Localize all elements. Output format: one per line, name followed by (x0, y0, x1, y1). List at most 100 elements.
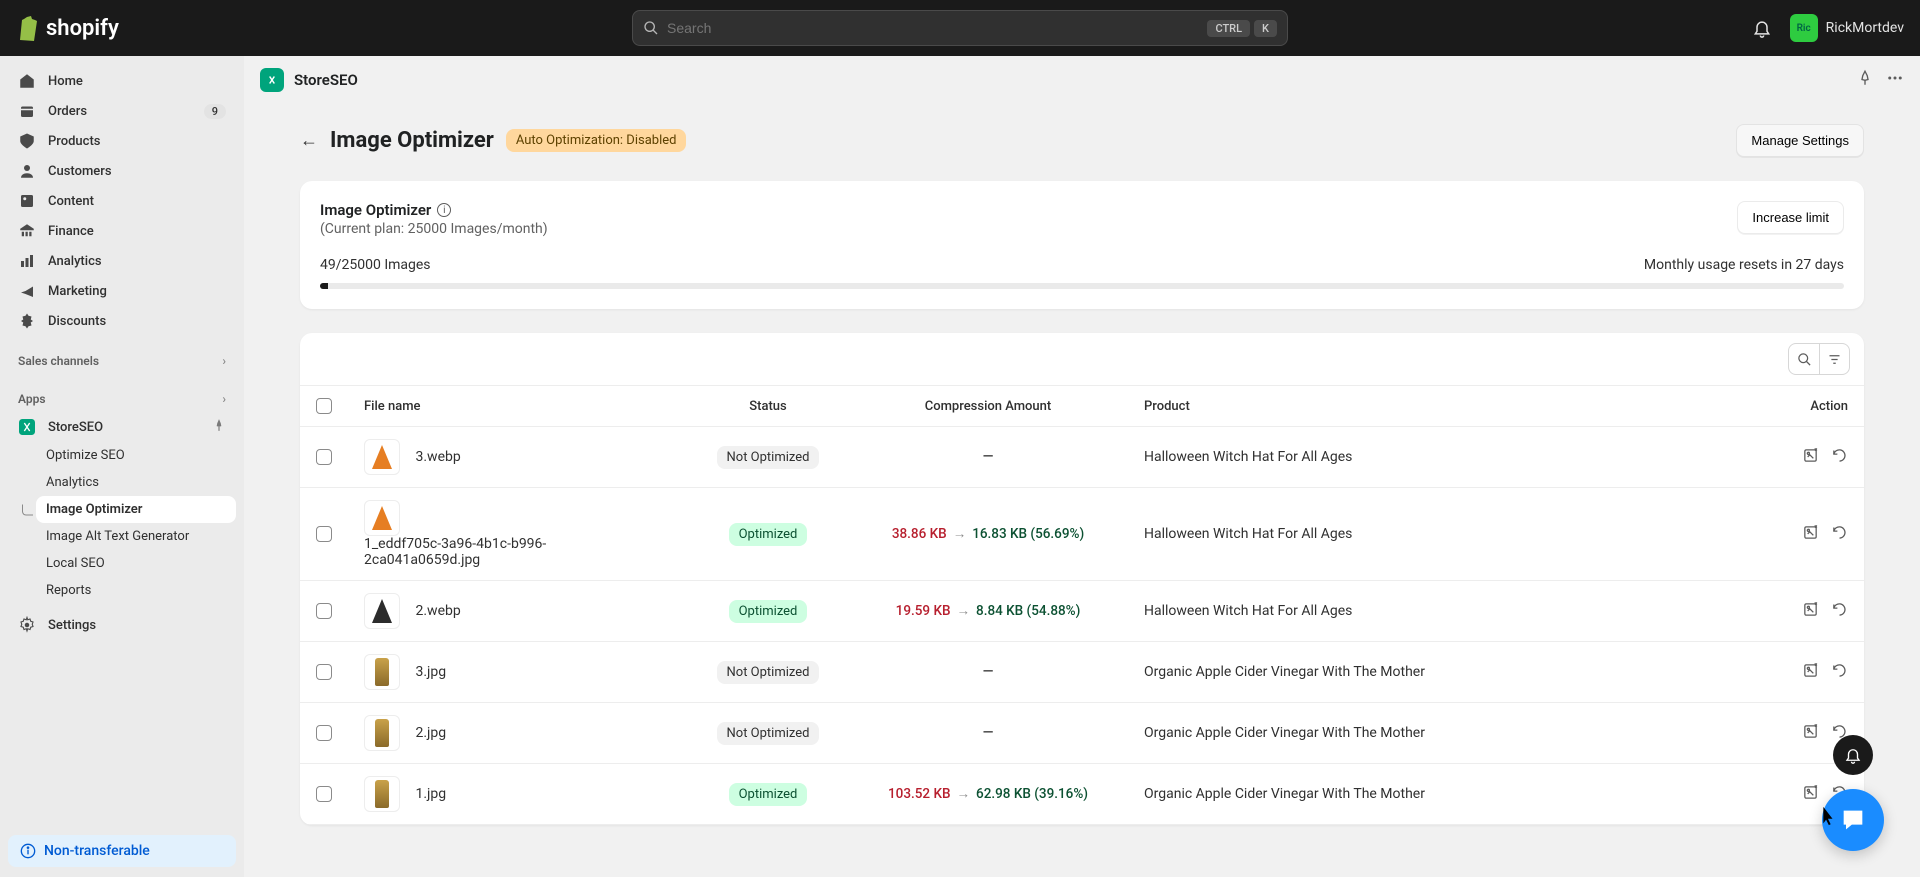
select-all-checkbox[interactable] (316, 398, 332, 414)
image-thumbnail (364, 776, 400, 812)
usage-progress (320, 283, 1844, 289)
row-checkbox[interactable] (316, 449, 332, 465)
plan-text: (Current plan: 25000 Images/month) (320, 221, 548, 237)
search-bar[interactable]: CTRL K (632, 10, 1288, 46)
sidebar-item-label: StoreSEO (48, 420, 103, 435)
compression-cell: 38.86 KB→16.83 KB (56.69%) (848, 488, 1128, 581)
search-shortcut: CTRL K (1207, 20, 1277, 37)
usage-card-title: Image Optimizer (320, 201, 431, 219)
sidebar-item-products[interactable]: Products (8, 126, 236, 156)
products-icon (18, 132, 36, 150)
image-thumbnail (364, 654, 400, 690)
sidebar-item-analytics[interactable]: Analytics (8, 246, 236, 276)
subnav-analytics[interactable]: Analytics (36, 469, 236, 496)
usage-reset-text: Monthly usage resets in 27 days (1644, 257, 1844, 273)
product-name: Halloween Witch Hat For All Ages (1128, 488, 1724, 581)
sidebar-item-discounts[interactable]: Discounts (8, 306, 236, 336)
search-icon (643, 20, 659, 36)
optimize-image-icon[interactable] (1802, 662, 1819, 683)
sidebar-item-label: Discounts (48, 314, 106, 329)
file-name: 1_eddf705c-3a96-4b1c-b996-2ca041a0659d.j… (364, 536, 624, 568)
product-name: Halloween Witch Hat For All Ages (1128, 427, 1724, 488)
table-row: 2.jpg Not Optimized — Organic Apple Cide… (300, 703, 1864, 764)
sidebar-item-customers[interactable]: Customers (8, 156, 236, 186)
home-icon (18, 72, 36, 90)
optimize-image-icon[interactable] (1802, 784, 1819, 805)
sidebar-item-label: Analytics (48, 254, 102, 269)
col-filename: File name (348, 386, 688, 427)
chat-fab[interactable] (1822, 789, 1884, 851)
kbd-ctrl: CTRL (1207, 20, 1250, 37)
appbar: StoreSEO (244, 56, 1920, 104)
sidebar-item-label: Customers (48, 164, 112, 179)
restore-image-icon[interactable] (1831, 524, 1848, 545)
compression-cell: — (848, 427, 1128, 488)
section-apps[interactable]: Apps› (8, 374, 236, 412)
file-name: 3.webp (415, 449, 460, 465)
col-action: Action (1724, 386, 1864, 427)
subnav-reports[interactable]: Reports (36, 577, 236, 604)
table-row: 1_eddf705c-3a96-4b1c-b996-2ca041a0659d.j… (300, 488, 1864, 581)
optimize-image-icon[interactable] (1802, 601, 1819, 622)
restore-image-icon[interactable] (1831, 447, 1848, 468)
file-name: 3.jpg (415, 664, 446, 680)
sidebar-item-orders[interactable]: Orders 9 (8, 96, 236, 126)
row-checkbox[interactable] (316, 786, 332, 802)
sidebar-item-marketing[interactable]: Marketing (8, 276, 236, 306)
subnav-local-seo[interactable]: Local SEO (36, 550, 236, 577)
product-name: Halloween Witch Hat For All Ages (1128, 581, 1724, 642)
product-name: Organic Apple Cider Vinegar With The Mot… (1128, 642, 1724, 703)
restore-image-icon[interactable] (1831, 662, 1848, 683)
pin-app-icon[interactable] (1856, 69, 1874, 91)
image-thumbnail (364, 439, 400, 475)
notifications-icon[interactable] (1752, 18, 1772, 38)
optimize-image-icon[interactable] (1802, 723, 1819, 744)
more-icon[interactable] (1886, 69, 1904, 91)
subnav-image-alt-text-generator[interactable]: Image Alt Text Generator (36, 523, 236, 550)
sidebar-app-storeseo[interactable]: StoreSEO (8, 412, 236, 442)
sidebar-item-label: Marketing (48, 284, 107, 299)
content-icon (18, 192, 36, 210)
sidebar-item-finance[interactable]: Finance (8, 216, 236, 246)
table-row: 2.webp Optimized 19.59 KB→8.84 KB (54.88… (300, 581, 1864, 642)
pin-icon[interactable] (212, 418, 226, 436)
orders-badge: 9 (204, 104, 226, 119)
info-icon[interactable]: i (437, 203, 451, 217)
sidebar-item-content[interactable]: Content (8, 186, 236, 216)
search-input[interactable] (667, 20, 1199, 36)
restore-image-icon[interactable] (1831, 601, 1848, 622)
table-filter-button[interactable] (1819, 344, 1849, 374)
compression-cell: 19.59 KB→8.84 KB (54.88%) (848, 581, 1128, 642)
user-menu[interactable]: Ric RickMortdev (1790, 14, 1904, 42)
sidebar-item-settings[interactable]: Settings (8, 610, 236, 640)
app-name: StoreSEO (294, 71, 358, 89)
increase-limit-button[interactable]: Increase limit (1737, 201, 1844, 234)
manage-settings-button[interactable]: Manage Settings (1736, 124, 1864, 157)
optimize-image-icon[interactable] (1802, 447, 1819, 468)
table-search-button[interactable] (1789, 344, 1819, 374)
sidebar-item-label: Orders (48, 104, 87, 119)
file-name: 2.jpg (415, 725, 446, 741)
subnav-optimize-seo[interactable]: Optimize SEO (36, 442, 236, 469)
analytics-icon (18, 252, 36, 270)
main-content: StoreSEO ← Image Optimizer Auto Optimiza… (244, 56, 1920, 877)
row-checkbox[interactable] (316, 526, 332, 542)
image-thumbnail (364, 500, 400, 536)
subnav-image-optimizer[interactable]: Image Optimizer (36, 496, 236, 523)
optimize-image-icon[interactable] (1802, 524, 1819, 545)
sidebar-item-label: Finance (48, 224, 94, 239)
row-checkbox[interactable] (316, 603, 332, 619)
usage-card: Image Optimizer i (Current plan: 25000 I… (300, 181, 1864, 309)
row-checkbox[interactable] (316, 664, 332, 680)
section-sales-channels[interactable]: Sales channels› (8, 336, 236, 374)
discounts-icon (18, 312, 36, 330)
shopify-logo[interactable]: shopify (16, 15, 119, 41)
row-checkbox[interactable] (316, 725, 332, 741)
sidebar-item-home[interactable]: Home (8, 66, 236, 96)
back-arrow-icon[interactable]: ← (300, 130, 318, 151)
notifications-fab[interactable] (1833, 735, 1873, 775)
kbd-k: K (1254, 20, 1277, 37)
usage-count: 49/25000 Images (320, 257, 431, 273)
status-badge: Not Optimized (717, 661, 820, 684)
non-transferable-banner[interactable]: Non-transferable (8, 835, 236, 867)
